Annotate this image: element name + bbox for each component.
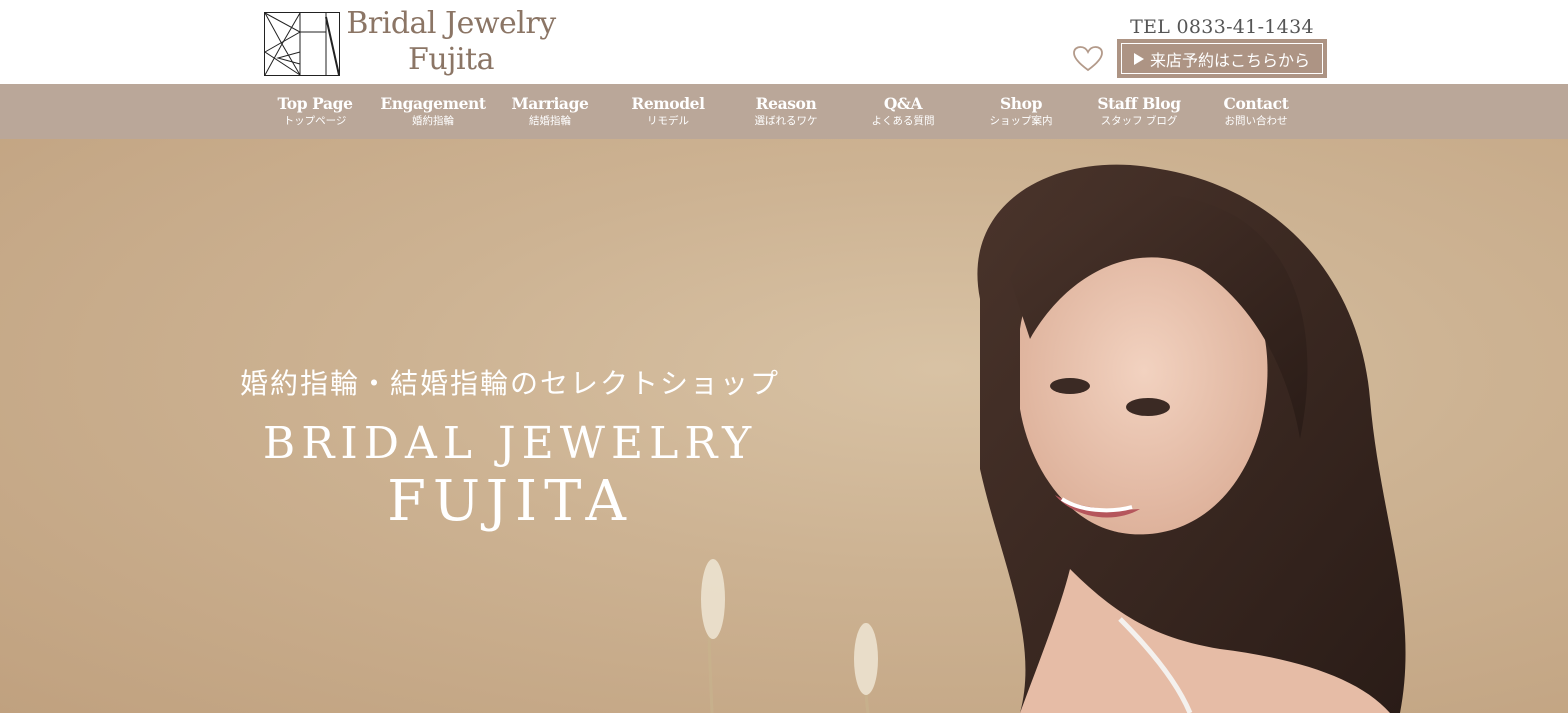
main-nav: Top Page トップページ Engagement 婚約指輪 Marriage…: [0, 84, 1568, 139]
nav-item-qa[interactable]: Q&A よくある質問: [844, 94, 962, 128]
nav-item-reason[interactable]: Reason 選ばれるワケ: [727, 94, 845, 128]
nav-label-en: Remodel: [631, 94, 705, 113]
nav-item-contact[interactable]: Contact お問い合わせ: [1197, 94, 1315, 128]
nav-item-top-page[interactable]: Top Page トップページ: [256, 94, 374, 128]
nav-label-jp: リモデル: [647, 115, 689, 127]
nav-label-jp: ショップ案内: [989, 115, 1053, 127]
hero-name: FUJITA: [387, 469, 633, 534]
hero-subtitle: 婚約指輪・結婚指輪のセレクトショップ: [239, 367, 780, 400]
heart-icon[interactable]: [1073, 46, 1103, 72]
logo-line1: Bridal Jewelry: [346, 6, 556, 41]
nav-label-en: Marriage: [511, 94, 589, 113]
nav-label-en: Top Page: [277, 94, 353, 113]
hero-banner: 婚約指輪・結婚指輪のセレクトショップ BRIDAL JEWELRY FUJITA: [0, 139, 1568, 713]
logo-line2: Fujita: [408, 42, 494, 77]
nav-label-jp: 婚約指輪: [412, 115, 454, 127]
logo-mark-icon[interactable]: [264, 12, 340, 76]
nav-label-en: Reason: [755, 94, 817, 113]
nav-label-en: Staff Blog: [1097, 94, 1181, 113]
nav-item-marriage[interactable]: Marriage 結婚指輪: [491, 94, 609, 128]
nav-item-staff-blog[interactable]: Staff Blog スタッフ ブログ: [1080, 94, 1198, 128]
reservation-label: 来店予約はこちらから: [1149, 50, 1310, 70]
site-header: Bridal Jewelry Fujita TEL 0833-41-1434 来…: [0, 0, 1568, 84]
play-triangle-icon: [1133, 52, 1144, 65]
hero-brand: BRIDAL JEWELRY: [262, 418, 758, 469]
nav-item-remodel[interactable]: Remodel リモデル: [609, 94, 727, 128]
nav-label-jp: 結婚指輪: [529, 115, 571, 127]
nav-item-shop[interactable]: Shop ショップ案内: [962, 94, 1080, 128]
reservation-button[interactable]: 来店予約はこちらから: [1117, 39, 1327, 78]
nav-label-jp: 選ばれるワケ: [754, 115, 818, 127]
logo-text[interactable]: Bridal Jewelry Fujita: [346, 6, 556, 78]
nav-item-engagement[interactable]: Engagement 婚約指輪: [374, 94, 492, 128]
nav-label-jp: トップページ: [283, 115, 347, 127]
phone-number[interactable]: TEL 0833-41-1434: [1120, 16, 1324, 38]
nav-label-en: Contact: [1223, 94, 1289, 113]
hero-copy: 婚約指輪・結婚指輪のセレクトショップ BRIDAL JEWELRY FUJITA: [200, 364, 820, 534]
nav-label-en: Q&A: [883, 94, 923, 113]
nav-label-en: Shop: [999, 94, 1043, 113]
nav-label-en: Engagement: [380, 94, 486, 113]
nav-label-jp: お問い合わせ: [1224, 115, 1288, 127]
nav-label-jp: よくある質問: [871, 115, 935, 127]
nav-label-jp: スタッフ ブログ: [1100, 115, 1178, 127]
